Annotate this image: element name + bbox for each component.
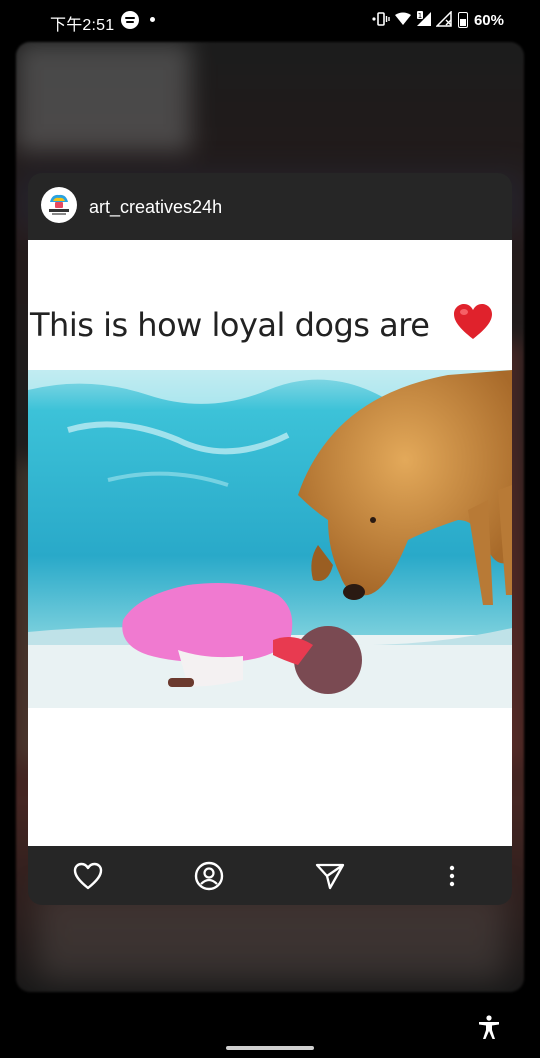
home-indicator[interactable] xyxy=(226,1046,314,1050)
video-frame[interactable] xyxy=(28,370,512,708)
battery-percentage: 60% xyxy=(473,11,504,29)
system-icons: 1 60% xyxy=(372,9,504,30)
wifi-icon xyxy=(394,12,412,29)
profile-icon xyxy=(194,861,224,891)
avatar[interactable] xyxy=(41,187,77,223)
share-button[interactable] xyxy=(314,860,346,892)
heart-outline-icon xyxy=(73,862,103,890)
post-actions-bar xyxy=(28,846,512,905)
more-vertical-icon xyxy=(449,865,455,887)
profile-button[interactable] xyxy=(193,860,225,892)
svg-text:1: 1 xyxy=(418,12,422,20)
username[interactable]: art_creatives24h xyxy=(89,197,222,218)
red-heart-emoji xyxy=(453,303,493,346)
notification-dot xyxy=(150,17,155,22)
post-card[interactable]: art_creatives24h This is how loyal dogs … xyxy=(28,173,512,905)
accessibility-button[interactable] xyxy=(476,1014,502,1040)
send-icon xyxy=(315,863,345,890)
accessibility-icon xyxy=(479,1015,499,1039)
post-media[interactable]: This is how loyal dogs are xyxy=(28,240,512,846)
like-button[interactable] xyxy=(72,860,104,892)
more-options-button[interactable] xyxy=(436,860,468,892)
status-bar: 下午2:51 1 60% xyxy=(0,0,540,40)
vibrate-icon xyxy=(372,11,390,29)
post-header: art_creatives24h xyxy=(28,173,512,240)
status-time: 下午2:51 xyxy=(50,17,115,34)
spotify-icon xyxy=(121,11,139,29)
signal-icon: 1 xyxy=(416,10,432,30)
signal-x-icon xyxy=(435,9,454,30)
battery-icon xyxy=(457,12,468,28)
post-caption: This is how loyal dogs are xyxy=(30,306,430,344)
